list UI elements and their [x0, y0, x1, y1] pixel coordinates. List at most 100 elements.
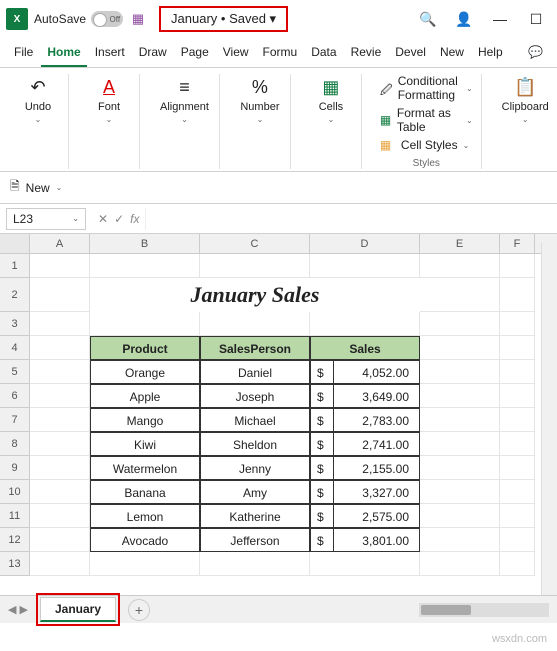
vertical-scrollbar[interactable] — [541, 243, 557, 595]
cell-currency[interactable]: $ — [310, 360, 334, 384]
cell-salesperson[interactable]: Katherine — [200, 504, 310, 528]
cell-product[interactable]: Avocado — [90, 528, 200, 552]
tab-draw[interactable]: Draw — [133, 40, 173, 67]
tab-file[interactable]: File — [8, 40, 39, 67]
table-row[interactable]: 7 MangoMichael$2,783.00 — [0, 408, 557, 432]
minimize-icon[interactable]: — — [485, 4, 515, 34]
table-row[interactable]: 12AvocadoJefferson$3,801.00 — [0, 528, 557, 552]
cell-product[interactable]: Watermelon — [90, 456, 200, 480]
account-icon[interactable]: 👤 — [449, 4, 479, 34]
formula-input[interactable] — [145, 208, 557, 230]
row-header[interactable]: 5 — [0, 360, 30, 384]
select-all-button[interactable] — [0, 234, 30, 253]
format-as-table-button[interactable]: ▦ Format as Table ⌄ — [380, 106, 473, 134]
cell-sales[interactable]: 3,649.00 — [334, 384, 420, 408]
table-row[interactable]: 9 WatermelonJenny$2,155.00 — [0, 456, 557, 480]
cell-styles-button[interactable]: ▦ Cell Styles ⌄ — [380, 138, 469, 152]
alignment-button[interactable]: ≡ Alignment⌄ — [158, 74, 211, 127]
name-box[interactable]: L23⌄ — [6, 208, 86, 230]
cell-product[interactable]: Orange — [90, 360, 200, 384]
row-header[interactable]: 7 — [0, 408, 30, 432]
number-button[interactable]: % Number⌄ — [238, 74, 282, 127]
undo-button[interactable]: ↶ Undo⌄ — [16, 74, 60, 127]
row-header[interactable]: 13 — [0, 552, 30, 576]
enter-icon[interactable]: ✓ — [114, 212, 124, 226]
new-file-icon[interactable]: 🗎 — [10, 177, 20, 198]
cell-salesperson[interactable]: Jenny — [200, 456, 310, 480]
cell-sales[interactable]: 4,052.00 — [334, 360, 420, 384]
tab-review[interactable]: Revie — [345, 40, 388, 67]
table-row[interactable]: 8 KiwiSheldon$2,741.00 — [0, 432, 557, 456]
cancel-icon[interactable]: ✕ — [98, 212, 108, 226]
cell-salesperson[interactable]: Michael — [200, 408, 310, 432]
row-header[interactable]: 4 — [0, 336, 30, 360]
table-row[interactable]: 5 OrangeDaniel$4,052.00 — [0, 360, 557, 384]
cell-product[interactable]: Kiwi — [90, 432, 200, 456]
cell-sales[interactable]: 2,741.00 — [334, 432, 420, 456]
tab-data[interactable]: Data — [305, 40, 342, 67]
cell-product[interactable]: Apple — [90, 384, 200, 408]
cell-currency[interactable]: $ — [310, 480, 334, 504]
tab-insert[interactable]: Insert — [89, 40, 131, 67]
sheet-tab-january[interactable]: January — [40, 597, 116, 622]
comments-icon[interactable]: 💬 — [522, 40, 549, 67]
col-header-a[interactable]: A — [30, 234, 90, 253]
cell-salesperson[interactable]: Jefferson — [200, 528, 310, 552]
filename-dropdown[interactable]: January • Saved ▾ — [159, 6, 288, 32]
tab-home[interactable]: Home — [41, 40, 86, 67]
toggle-switch[interactable]: Off — [91, 11, 123, 27]
save-icon[interactable]: ▦ — [129, 10, 147, 28]
table-row[interactable]: 10 BananaAmy$3,327.00 — [0, 480, 557, 504]
row-header[interactable]: 2 — [0, 278, 30, 312]
autosave-toggle[interactable]: AutoSave Off — [34, 11, 123, 27]
col-header-e[interactable]: E — [420, 234, 500, 253]
table-row[interactable]: 11 LemonKatherine$2,575.00 — [0, 504, 557, 528]
table-header-salesperson[interactable]: SalesPerson — [200, 336, 310, 360]
col-header-d[interactable]: D — [310, 234, 420, 253]
maximize-icon[interactable]: ☐ — [521, 4, 551, 34]
tab-page[interactable]: Page — [175, 40, 215, 67]
cell-sales[interactable]: 2,155.00 — [334, 456, 420, 480]
row-header[interactable]: 8 — [0, 432, 30, 456]
cell-salesperson[interactable]: Daniel — [200, 360, 310, 384]
sheet-nav-arrows[interactable]: ◀ ▶ — [8, 603, 28, 616]
col-header-b[interactable]: B — [90, 234, 200, 253]
cell-currency[interactable]: $ — [310, 456, 334, 480]
add-sheet-button[interactable]: + — [128, 599, 150, 621]
cell-currency[interactable]: $ — [310, 432, 334, 456]
row-header[interactable]: 11 — [0, 504, 30, 528]
cell-currency[interactable]: $ — [310, 408, 334, 432]
cell-product[interactable]: Mango — [90, 408, 200, 432]
cell-sales[interactable]: 3,327.00 — [334, 480, 420, 504]
cells-button[interactable]: ▦ Cells⌄ — [309, 74, 353, 127]
fx-icon[interactable]: fx — [130, 212, 139, 226]
cell-sales[interactable]: 2,575.00 — [334, 504, 420, 528]
tab-new[interactable]: New — [434, 40, 470, 67]
row-header[interactable]: 9 — [0, 456, 30, 480]
cell-sales[interactable]: 2,783.00 — [334, 408, 420, 432]
cell-currency[interactable]: $ — [310, 528, 334, 552]
row-header[interactable]: 3 — [0, 312, 30, 336]
table-row[interactable]: 6 AppleJoseph$3,649.00 — [0, 384, 557, 408]
row-header[interactable]: 6 — [0, 384, 30, 408]
cell-product[interactable]: Lemon — [90, 504, 200, 528]
tab-help[interactable]: Help — [472, 40, 509, 67]
col-header-f[interactable]: F — [500, 234, 535, 253]
font-button[interactable]: A Font⌄ — [87, 74, 131, 127]
row-header[interactable]: 1 — [0, 254, 30, 278]
spreadsheet-grid[interactable]: A B C D E F 1 2January Sales 3 4 Product… — [0, 234, 557, 576]
search-icon[interactable]: 🔍 — [413, 4, 443, 34]
clipboard-button[interactable]: 📋 Clipboard⌄ — [500, 74, 551, 127]
cell-currency[interactable]: $ — [310, 504, 334, 528]
table-header-sales[interactable]: Sales — [310, 336, 420, 360]
cell-salesperson[interactable]: Sheldon — [200, 432, 310, 456]
cell-salesperson[interactable]: Amy — [200, 480, 310, 504]
tab-view[interactable]: View — [217, 40, 255, 67]
cell-salesperson[interactable]: Joseph — [200, 384, 310, 408]
cell-currency[interactable]: $ — [310, 384, 334, 408]
conditional-formatting-button[interactable]: 🖉 Conditional Formatting ⌄ — [380, 74, 473, 102]
row-header[interactable]: 12 — [0, 528, 30, 552]
horizontal-scrollbar[interactable] — [419, 603, 549, 617]
row-header[interactable]: 10 — [0, 480, 30, 504]
cell-product[interactable]: Banana — [90, 480, 200, 504]
